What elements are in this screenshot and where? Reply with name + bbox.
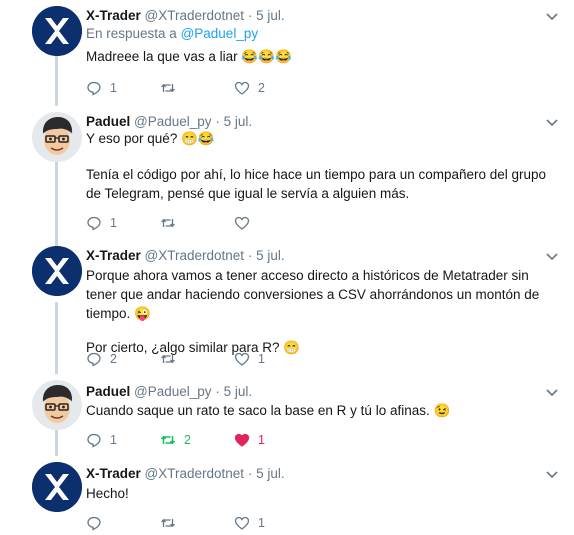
tweet-text: Y eso por qué? 😁😂 Tenía el código por ah… — [86, 129, 556, 203]
x-logo-avatar — [32, 462, 82, 512]
avatar[interactable] — [32, 112, 82, 162]
reply-button[interactable] — [86, 514, 110, 532]
tweet-paragraph: Y eso por qué? 😁😂 — [86, 131, 215, 146]
reply-icon — [87, 352, 101, 367]
heart-icon — [234, 216, 250, 230]
dot-separator: · — [247, 466, 253, 481]
user-handle[interactable]: @XTraderdotnet — [145, 8, 245, 23]
chevron-down-icon[interactable] — [544, 114, 560, 130]
like-count: 2 — [258, 81, 265, 95]
timestamp[interactable]: 5 jul. — [256, 466, 285, 481]
retweet-button[interactable] — [160, 350, 184, 368]
cartoon-face-avatar — [32, 112, 82, 162]
tweet-paragraph: Hecho! — [86, 486, 129, 501]
chevron-down-icon[interactable] — [544, 384, 560, 400]
retweet-icon — [161, 518, 175, 528]
tweet-text: Hecho! — [86, 484, 556, 503]
tweet[interactable]: X-Trader @XTraderdotnet · 5 jul. En resp… — [0, 0, 574, 106]
tweet[interactable]: Paduel @Paduel_py · 5 jul. Y eso por qué… — [0, 106, 574, 240]
like-count: 1 — [258, 433, 265, 447]
tweet[interactable]: Paduel @Paduel_py · 5 jul. Cuando saque … — [0, 374, 574, 456]
avatar[interactable] — [32, 6, 82, 56]
heart-icon — [234, 81, 250, 95]
chevron-down-icon[interactable] — [544, 466, 560, 482]
cartoon-face-avatar — [32, 380, 82, 430]
avatar[interactable] — [32, 462, 82, 512]
chevron-down-icon[interactable] — [544, 248, 560, 264]
tweet-paragraph: Cuando saque un rato te saco la base en … — [86, 403, 451, 418]
reply-icon — [87, 216, 101, 231]
heart-icon — [234, 516, 250, 530]
reply-icon — [87, 433, 101, 448]
timestamp[interactable]: 5 jul. — [224, 114, 253, 129]
avatar[interactable] — [32, 380, 82, 430]
retweet-button[interactable] — [160, 214, 184, 232]
like-button[interactable]: 1 — [234, 431, 265, 449]
user-handle[interactable]: @Paduel_py — [134, 114, 212, 129]
reply-button[interactable]: 1 — [86, 79, 117, 97]
retweet-icon — [161, 83, 175, 93]
reply-icon — [87, 516, 101, 531]
reply-count: 1 — [110, 216, 117, 230]
heart-icon — [234, 352, 250, 366]
tweet-text: Porque ahora vamos a tener acceso direct… — [86, 266, 556, 357]
like-button[interactable]: 1 — [234, 350, 265, 368]
timestamp[interactable]: 5 jul. — [256, 8, 285, 23]
display-name[interactable]: Paduel — [86, 114, 130, 129]
user-handle[interactable]: @XTraderdotnet — [145, 248, 245, 263]
display-name[interactable]: Paduel — [86, 384, 130, 399]
tweet-text: Madreee la que vas a liar 😂😂😂 — [86, 47, 556, 66]
like-count: 1 — [258, 516, 265, 530]
reply-button[interactable]: 1 — [86, 214, 117, 232]
like-button[interactable]: 1 — [234, 514, 265, 532]
timestamp[interactable]: 5 jul. — [256, 248, 285, 263]
timestamp[interactable]: 5 jul. — [224, 384, 253, 399]
like-button[interactable] — [234, 214, 258, 232]
retweet-icon — [161, 218, 175, 228]
tweet-paragraph: Por cierto, ¿algo similar para R? 😁 — [86, 340, 301, 355]
tweet-paragraph: Madreee la que vas a liar 😂😂😂 — [86, 49, 292, 64]
retweet-button[interactable] — [160, 79, 184, 97]
display-name[interactable]: X-Trader — [86, 8, 141, 23]
like-count: 1 — [258, 352, 265, 366]
avatar[interactable] — [32, 246, 82, 296]
tweet-text: Cuando saque un rato te saco la base en … — [86, 401, 556, 420]
tweet-header: Paduel @Paduel_py · 5 jul. — [86, 114, 252, 130]
retweet-icon — [161, 354, 175, 364]
display-name[interactable]: X-Trader — [86, 248, 141, 263]
x-logo-avatar — [32, 6, 82, 56]
reply-to-link[interactable]: @Paduel_py — [181, 26, 259, 41]
tweet[interactable]: X-Trader @XTraderdotnet · 5 jul. Hecho! … — [0, 456, 574, 535]
reply-count: 1 — [110, 81, 117, 95]
reply-button[interactable]: 1 — [86, 431, 117, 449]
tweet-header: X-Trader @XTraderdotnet · 5 jul. — [86, 8, 285, 24]
reply-button[interactable]: 2 — [86, 350, 117, 368]
reply-count: 1 — [110, 433, 117, 447]
retweet-icon — [160, 435, 176, 445]
dot-separator: · — [247, 8, 253, 23]
x-logo-avatar — [32, 246, 82, 296]
user-handle[interactable]: @Paduel_py — [134, 384, 212, 399]
tweet[interactable]: X-Trader @XTraderdotnet · 5 jul. Porque … — [0, 240, 574, 374]
retweet-button[interactable] — [160, 514, 184, 532]
heart-icon — [234, 433, 250, 447]
reply-icon — [87, 81, 101, 96]
reply-context: En respuesta a @Paduel_py — [86, 26, 258, 42]
tweet-header: Paduel @Paduel_py · 5 jul. — [86, 384, 252, 400]
dot-separator: · — [247, 248, 253, 263]
reply-count: 2 — [110, 352, 117, 366]
tweet-header: X-Trader @XTraderdotnet · 5 jul. — [86, 248, 285, 264]
dot-separator: · — [215, 114, 220, 129]
retweet-count: 2 — [184, 433, 191, 447]
dot-separator: · — [215, 384, 220, 399]
retweet-button[interactable]: 2 — [160, 431, 191, 449]
display-name[interactable]: X-Trader — [86, 466, 141, 481]
reply-prefix: En respuesta a — [86, 26, 177, 41]
user-handle[interactable]: @XTraderdotnet — [145, 466, 245, 481]
like-button[interactable]: 2 — [234, 79, 265, 97]
tweet-paragraph: Tenía el código por ahí, lo hice hace un… — [86, 167, 547, 201]
chevron-down-icon[interactable] — [544, 8, 560, 24]
tweet-paragraph: Porque ahora vamos a tener acceso direct… — [86, 268, 540, 321]
tweet-header: X-Trader @XTraderdotnet · 5 jul. — [86, 466, 285, 482]
